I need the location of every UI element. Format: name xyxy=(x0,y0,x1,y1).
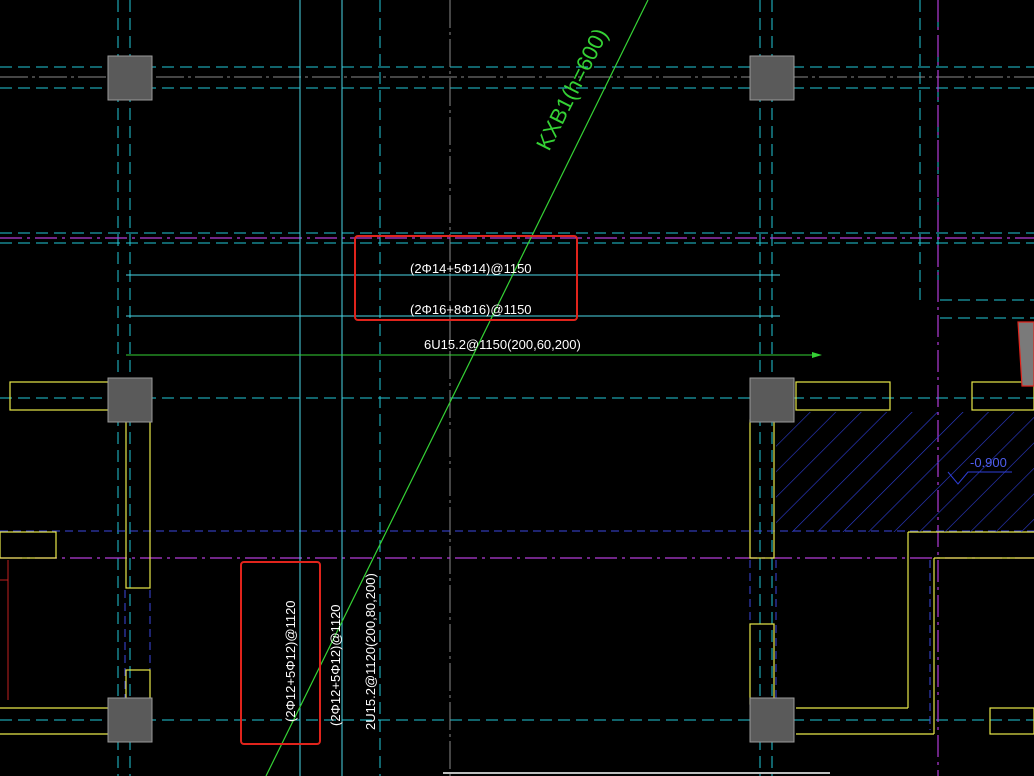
column-1[interactable] xyxy=(107,55,153,101)
rebar-label-top: (2Φ14+5Φ14)@1150 xyxy=(410,261,532,276)
arrow-head-icon xyxy=(812,352,822,358)
rebar-label-vertical-b: (2Φ12+5Φ12)@1120 xyxy=(328,604,343,726)
cad-drawing-canvas[interactable]: -0.900 KXB1(h=600) (2Φ14+5Φ14)@1150 (2Φ1… xyxy=(0,0,1034,776)
column-4[interactable] xyxy=(749,377,795,423)
column-5[interactable] xyxy=(107,697,153,743)
elevation-label: -0.900 xyxy=(970,455,1007,470)
vertical-annotations: (2Φ12+5Φ12)@1120 (2Φ12+5Φ12)@1120 2U15.2… xyxy=(283,573,378,730)
callout-box-vertical[interactable] xyxy=(240,561,321,745)
diagonal-label: KXB1(h=600) xyxy=(531,24,613,154)
horizontal-annotations: (2Φ14+5Φ14)@1150 (2Φ16+8Φ16)@1150 6U15.2… xyxy=(126,261,822,358)
rebar-label-bottom: (2Φ16+8Φ16)@1150 xyxy=(410,302,532,317)
rebar-label-vertical-a: (2Φ12+5Φ12)@1120 xyxy=(283,600,298,722)
grid-axes xyxy=(0,0,1034,776)
stirrup-label-vertical: 2U15.2@1120(200,80,200) xyxy=(363,573,378,730)
stirrup-label-horizontal: 6U15.2@1150(200,60,200) xyxy=(424,337,581,352)
column-2[interactable] xyxy=(749,55,795,101)
column-3[interactable] xyxy=(107,377,153,423)
solid-cyan-lines xyxy=(126,0,780,776)
green-diagonal-line xyxy=(265,0,649,776)
column-6[interactable] xyxy=(749,697,795,743)
